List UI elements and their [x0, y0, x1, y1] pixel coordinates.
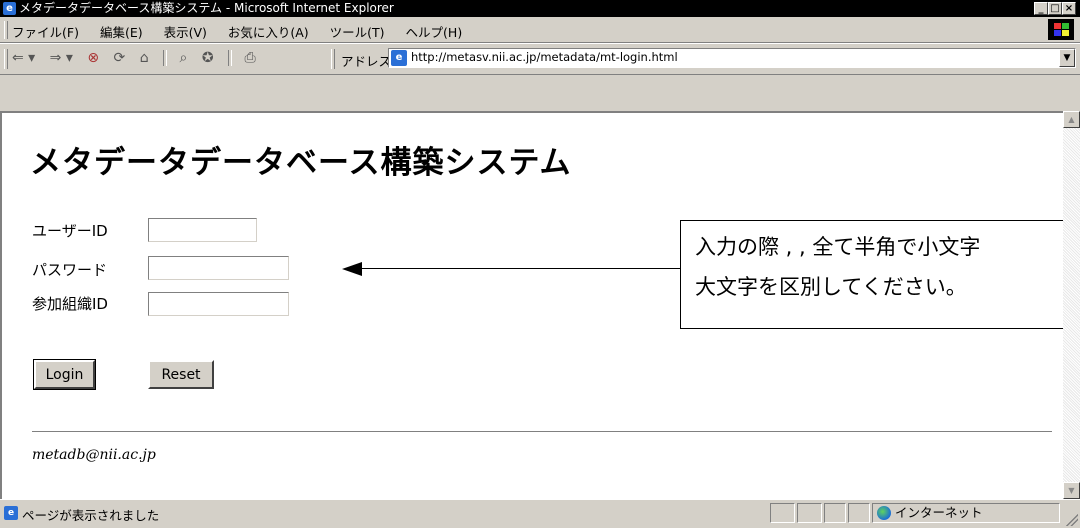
org-id-label: 参加組織ID — [32, 295, 108, 313]
stop-icon[interactable]: ⊗ — [87, 50, 99, 66]
menu-file[interactable]: ファイル(F) — [12, 25, 79, 40]
menu-edit[interactable]: 編集(E) — [100, 25, 143, 40]
callout-arrow-line — [357, 268, 680, 269]
toolbar-separator — [228, 50, 232, 66]
callout-line-2: 大文字を区別してください。 — [695, 275, 967, 299]
browser-window: e メタデータデータベース構築システム - Microsoft Internet… — [0, 0, 1080, 527]
home-icon[interactable]: ⌂ — [140, 50, 149, 66]
address-grip[interactable] — [331, 49, 335, 69]
menu-help[interactable]: ヘルプ(H) — [406, 25, 463, 40]
password-input[interactable] — [148, 256, 289, 280]
window-title: メタデータデータベース構築システム - Microsoft Internet E… — [19, 1, 394, 15]
page-content: メタデータデータベース構築システム ユーザーID パスワード 参加組織ID Lo… — [0, 111, 1063, 499]
print-icon[interactable]: ⎙ — [244, 50, 255, 66]
maximize-button[interactable]: □ — [1048, 2, 1062, 15]
title-bar: e メタデータデータベース構築システム - Microsoft Internet… — [0, 0, 1080, 17]
login-button[interactable]: Login — [33, 359, 96, 390]
menu-bar: ファイル(F) 編集(E) 表示(V) お気に入り(A) ツール(T) ヘルプ(… — [0, 18, 1080, 43]
status-bar: e ページが表示されました インターネット — [0, 499, 1080, 528]
menu-items: ファイル(F) 編集(E) 表示(V) お気に入り(A) ツール(T) ヘルプ(… — [12, 22, 479, 41]
status-text: ページが表示されました — [22, 508, 160, 523]
search-icon[interactable]: ⌕ — [180, 50, 188, 66]
toolbar-buttons: ⇐ ▾ ⇒ ▾ ⊗ ⟳ ⌂ ⌕ ✪ ⎙ — [12, 50, 266, 66]
scroll-down-icon[interactable]: ▼ — [1063, 482, 1080, 499]
status-panel — [824, 503, 846, 523]
user-id-label: ユーザーID — [32, 222, 108, 240]
menu-view[interactable]: 表示(V) — [164, 25, 207, 40]
reset-button[interactable]: Reset — [148, 360, 214, 389]
menu-favorites[interactable]: お気に入り(A) — [228, 25, 309, 40]
chevron-down-icon[interactable]: ▼ — [1059, 49, 1075, 67]
status-panel — [770, 503, 795, 523]
password-label: パスワード — [32, 261, 108, 279]
divider — [32, 431, 1052, 433]
user-id-input[interactable] — [148, 218, 257, 242]
contact-email: metadb@nii.ac.jp — [32, 447, 156, 463]
menu-tools[interactable]: ツール(T) — [330, 25, 385, 40]
zone-label: インターネット — [895, 505, 983, 520]
favorites-icon[interactable]: ✪ — [202, 50, 214, 66]
page-title: メタデータデータベース構築システム — [30, 145, 572, 181]
toolbar-grip[interactable] — [4, 49, 8, 69]
windows-logo-icon — [1048, 19, 1074, 40]
security-zone: インターネット — [872, 503, 1060, 523]
back-arrow-icon[interactable]: ⇐ ▾ — [12, 50, 35, 66]
page-done-icon: e — [4, 506, 18, 520]
ie-icon: e — [3, 2, 16, 15]
status-panel — [848, 503, 870, 523]
close-button[interactable]: × — [1062, 2, 1076, 15]
globe-icon — [877, 506, 891, 520]
toolbar-separator — [163, 50, 168, 66]
menu-bar-grip[interactable] — [4, 21, 8, 39]
vertical-scrollbar[interactable]: ▲ ▼ — [1063, 111, 1080, 499]
address-bar[interactable]: e http://metasv.nii.ac.jp/metadata/mt-lo… — [388, 48, 1076, 68]
address-url[interactable]: http://metasv.nii.ac.jp/metadata/mt-logi… — [411, 50, 678, 64]
forward-arrow-icon[interactable]: ⇒ ▾ — [50, 50, 73, 66]
page-icon: e — [391, 50, 407, 66]
callout-line-1: 入力の際 , , 全て半角で小文字 — [695, 235, 981, 259]
callout-arrow-head — [342, 262, 362, 276]
resize-grip-icon[interactable] — [1066, 514, 1078, 526]
status-panel — [797, 503, 822, 523]
toolbar: ⇐ ▾ ⇒ ▾ ⊗ ⟳ ⌂ ⌕ ✪ ⎙ アドレス(D) e http://met… — [0, 43, 1080, 75]
org-id-input[interactable] — [148, 292, 289, 316]
refresh-icon[interactable]: ⟳ — [114, 50, 126, 66]
input-note-callout: 入力の際 , , 全て半角で小文字 大文字を区別してください。 — [680, 220, 1063, 329]
minimize-button[interactable]: _ — [1034, 2, 1048, 15]
scroll-up-icon[interactable]: ▲ — [1063, 111, 1080, 128]
